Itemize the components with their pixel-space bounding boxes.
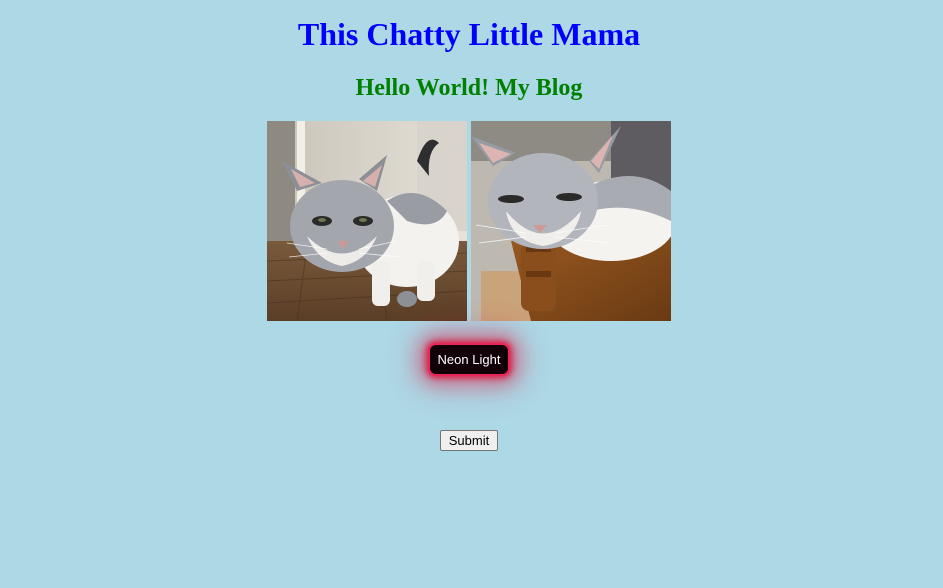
site-title: This Chatty Little Mama bbox=[297, 16, 641, 52]
cat-photo-lying bbox=[471, 121, 671, 321]
page: This Chatty Little Mama Hello World! My … bbox=[0, 0, 943, 588]
submit-button[interactable]: Submit bbox=[440, 430, 498, 451]
neon-light-button[interactable]: Neon Light bbox=[428, 343, 510, 376]
blog-heading: Hello World! My Blog bbox=[355, 75, 583, 101]
cat-photo-standing bbox=[267, 121, 467, 321]
